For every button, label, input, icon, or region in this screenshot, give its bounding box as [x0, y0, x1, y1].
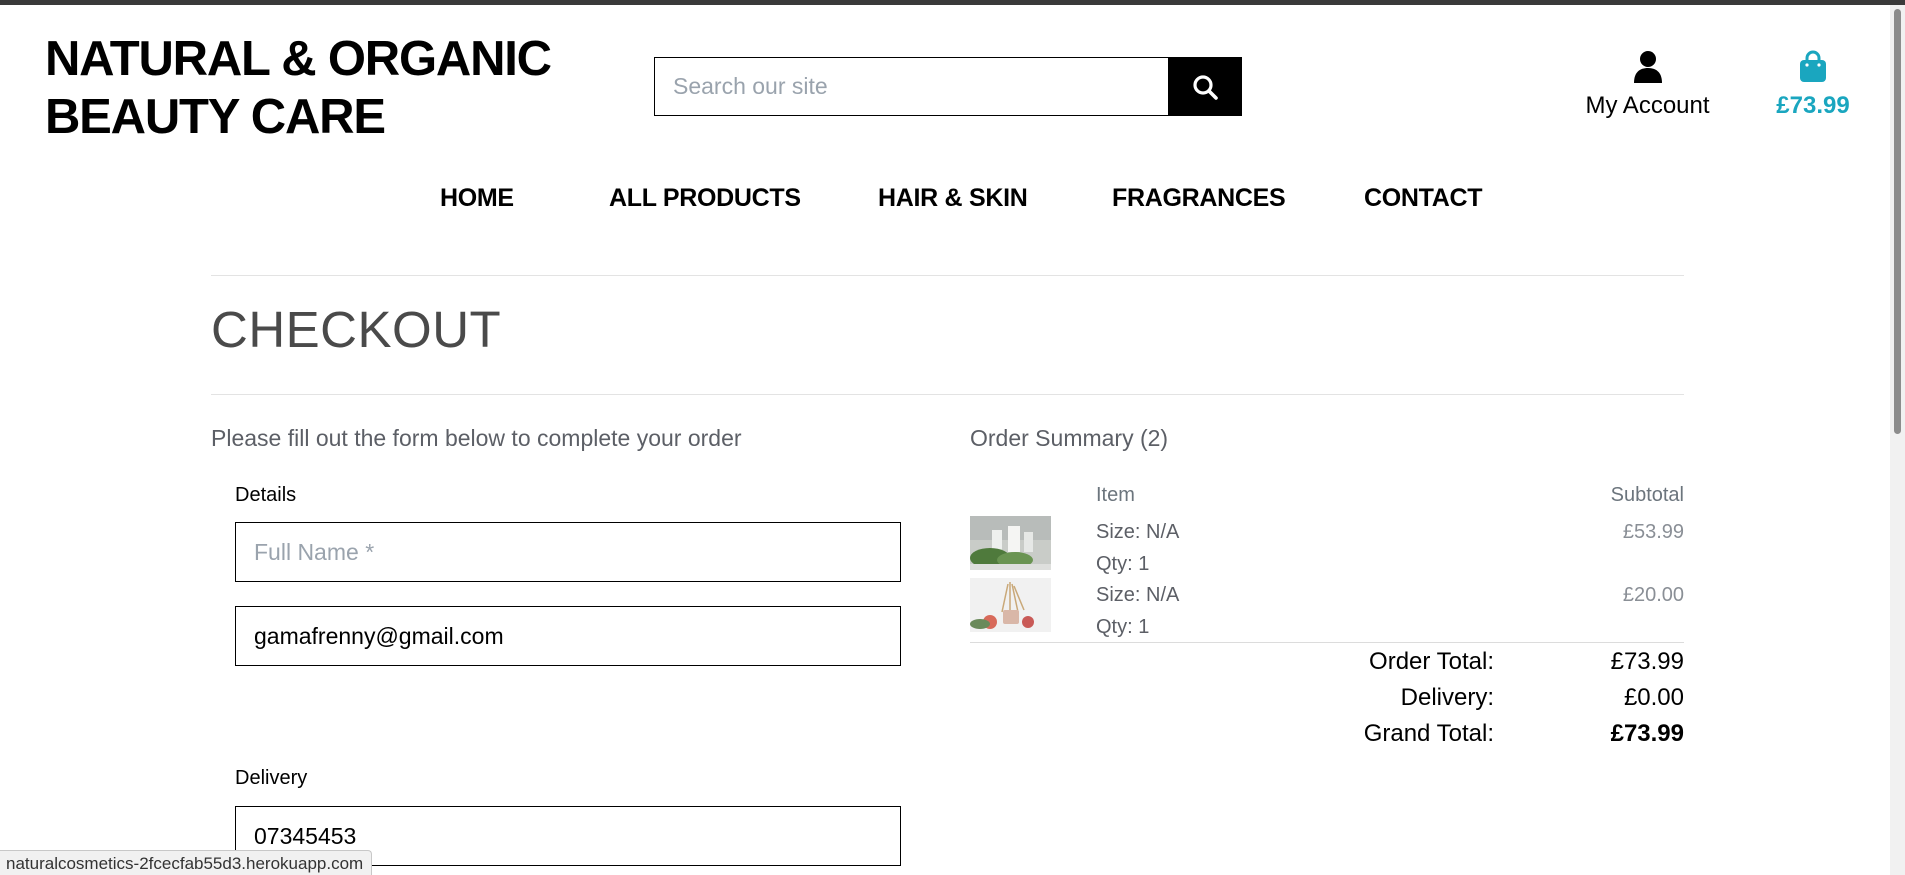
bag-total: £73.99: [1776, 92, 1850, 119]
page-scrollbar[interactable]: [1890, 5, 1905, 875]
product-image[interactable]: [970, 578, 1051, 632]
delivery-label: Delivery:: [1400, 684, 1494, 711]
user-icon: [1633, 51, 1662, 83]
delivery-value: £0.00: [1623, 684, 1684, 711]
scrollbar-thumb[interactable]: [1894, 9, 1901, 434]
totals-divider: [970, 642, 1684, 643]
delivery-legend: Delivery: [235, 767, 308, 789]
form-intro: Please fill out the form below to comple…: [211, 425, 742, 451]
item-2-qty: Qty: 1: [1096, 616, 1150, 638]
item-column-header: Item: [1096, 484, 1135, 506]
my-account-link[interactable]: My Account: [1575, 50, 1720, 120]
grand-total-value: £73.99: [1610, 720, 1684, 747]
nav-contact[interactable]: CONTACT: [1364, 184, 1483, 213]
nav-all-products[interactable]: ALL PRODUCTS: [609, 184, 801, 213]
search-icon: [1193, 74, 1218, 100]
page-title: CHECKOUT: [211, 301, 502, 358]
nav-hair-skin[interactable]: HAIR & SKIN: [878, 184, 1028, 213]
divider-bottom: [211, 394, 1684, 395]
details-legend: Details: [235, 484, 297, 506]
item-1-qty: Qty: 1: [1096, 553, 1150, 575]
nav-home[interactable]: HOME: [440, 184, 514, 213]
email-field[interactable]: [235, 606, 901, 666]
shopping-bag-link[interactable]: £73.99: [1768, 50, 1858, 120]
nav-fragrances[interactable]: FRAGRANCES: [1112, 184, 1286, 213]
status-bar-url: naturalcosmetics-2fcecfab55d3.herokuapp.…: [0, 850, 373, 875]
item-1-subtotal: £53.99: [1622, 521, 1684, 543]
brand-line-1: NATURAL & ORGANIC: [45, 32, 552, 86]
subtotal-column-header: Subtotal: [1610, 484, 1684, 506]
main-nav: HOME ALL PRODUCTS HAIR & SKIN FRAGRANCES…: [0, 184, 1905, 216]
brand-line-2: BEAUTY CARE: [45, 90, 386, 144]
item-2-subtotal: £20.00: [1622, 584, 1684, 606]
shopping-bag-icon: [1800, 50, 1826, 82]
search-button[interactable]: [1168, 57, 1242, 116]
item-1-size: Size: N/A: [1096, 521, 1180, 543]
search-form: [654, 57, 1242, 116]
site-logo[interactable]: NATURAL & ORGANIC BEAUTY CARE: [45, 30, 552, 146]
order-total-value: £73.99: [1610, 648, 1684, 675]
window-top-border: [0, 0, 1905, 5]
grand-total-label: Grand Total:: [1363, 720, 1494, 747]
order-total-label: Order Total:: [1369, 648, 1494, 675]
item-2-size: Size: N/A: [1096, 584, 1180, 606]
divider-top: [211, 275, 1684, 276]
product-image[interactable]: [970, 516, 1051, 570]
full-name-field[interactable]: [235, 522, 901, 582]
my-account-label: My Account: [1585, 92, 1710, 119]
search-input[interactable]: [654, 57, 1168, 116]
order-summary-title: Order Summary (2): [970, 425, 1169, 451]
